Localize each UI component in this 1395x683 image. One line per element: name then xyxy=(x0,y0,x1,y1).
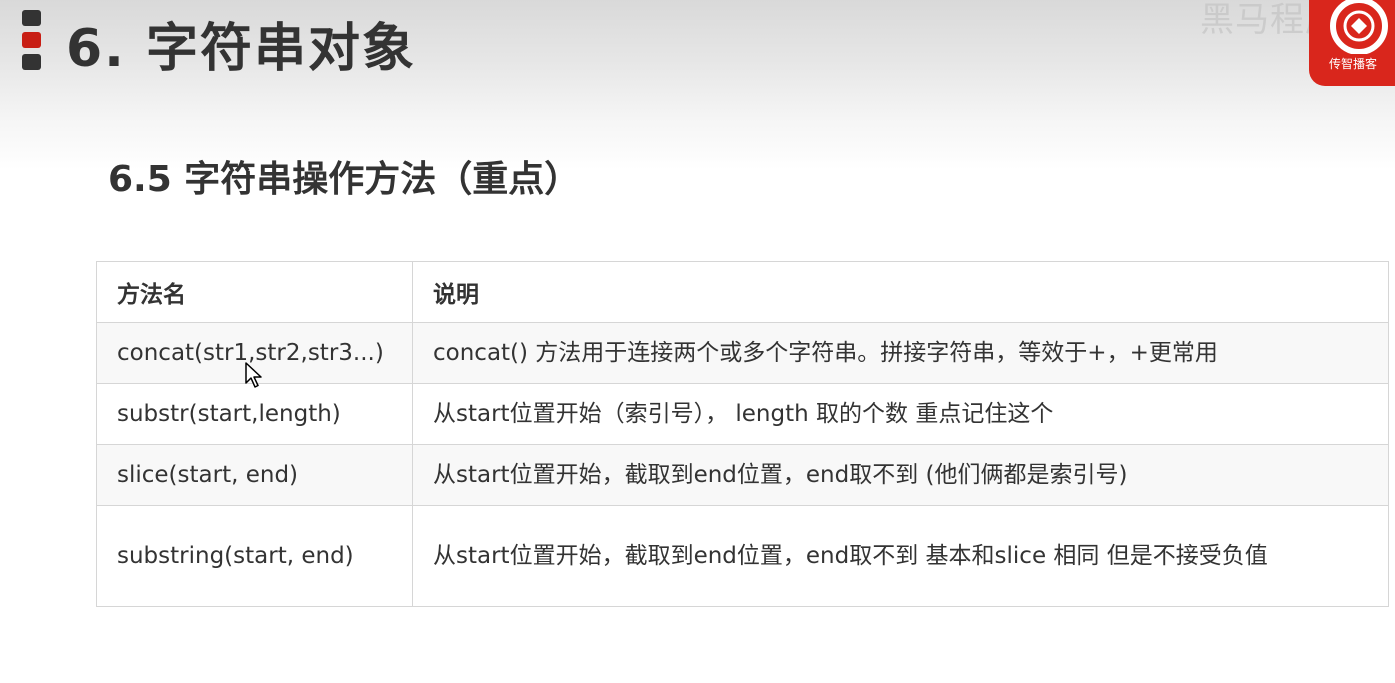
description-cell: concat() 方法用于连接两个或多个字符串。拼接字符串，等效于+，+更常用 xyxy=(412,322,1389,384)
table-header-row: 方法名 说明 xyxy=(96,261,1389,323)
marker-bar-middle xyxy=(22,32,41,48)
table-row: concat(str1,str2,str3...) concat() 方法用于连… xyxy=(96,322,1389,384)
logo-badge: 传智播客 xyxy=(1309,0,1395,86)
chapter-title: 6. 字符串对象 xyxy=(66,19,417,79)
description-cell: 从start位置开始，截取到end位置，end取不到 基本和slice 相同 但… xyxy=(412,505,1389,607)
table-row: substr(start,length) 从start位置开始（索引号）， le… xyxy=(96,383,1389,445)
method-cell: substr(start,length) xyxy=(96,383,413,445)
section-title: 6.5 字符串操作方法（重点） xyxy=(108,159,581,200)
marker-bar-bottom xyxy=(22,54,41,70)
marker-bar-top xyxy=(22,10,41,26)
table-row: substring(start, end) 从start位置开始，截取到end位… xyxy=(96,505,1389,607)
mouse-pointer-icon xyxy=(245,362,262,388)
column-header-method: 方法名 xyxy=(96,261,413,323)
logo-text: 传智播客 xyxy=(1329,57,1378,71)
table-row: slice(start, end) 从start位置开始，截取到end位置，en… xyxy=(96,444,1389,506)
three-bar-marker-icon xyxy=(22,10,42,72)
method-cell: slice(start, end) xyxy=(96,444,413,506)
method-cell: substring(start, end) xyxy=(96,505,413,607)
description-cell: 从start位置开始，截取到end位置，end取不到 (他们俩都是索引号) xyxy=(412,444,1389,506)
column-header-description: 说明 xyxy=(412,261,1389,323)
methods-table: 方法名 说明 concat(str1,str2,str3...) concat(… xyxy=(96,261,1389,607)
logo-emblem-icon xyxy=(1330,0,1388,54)
description-cell: 从start位置开始（索引号）， length 取的个数 重点记住这个 xyxy=(412,383,1389,445)
